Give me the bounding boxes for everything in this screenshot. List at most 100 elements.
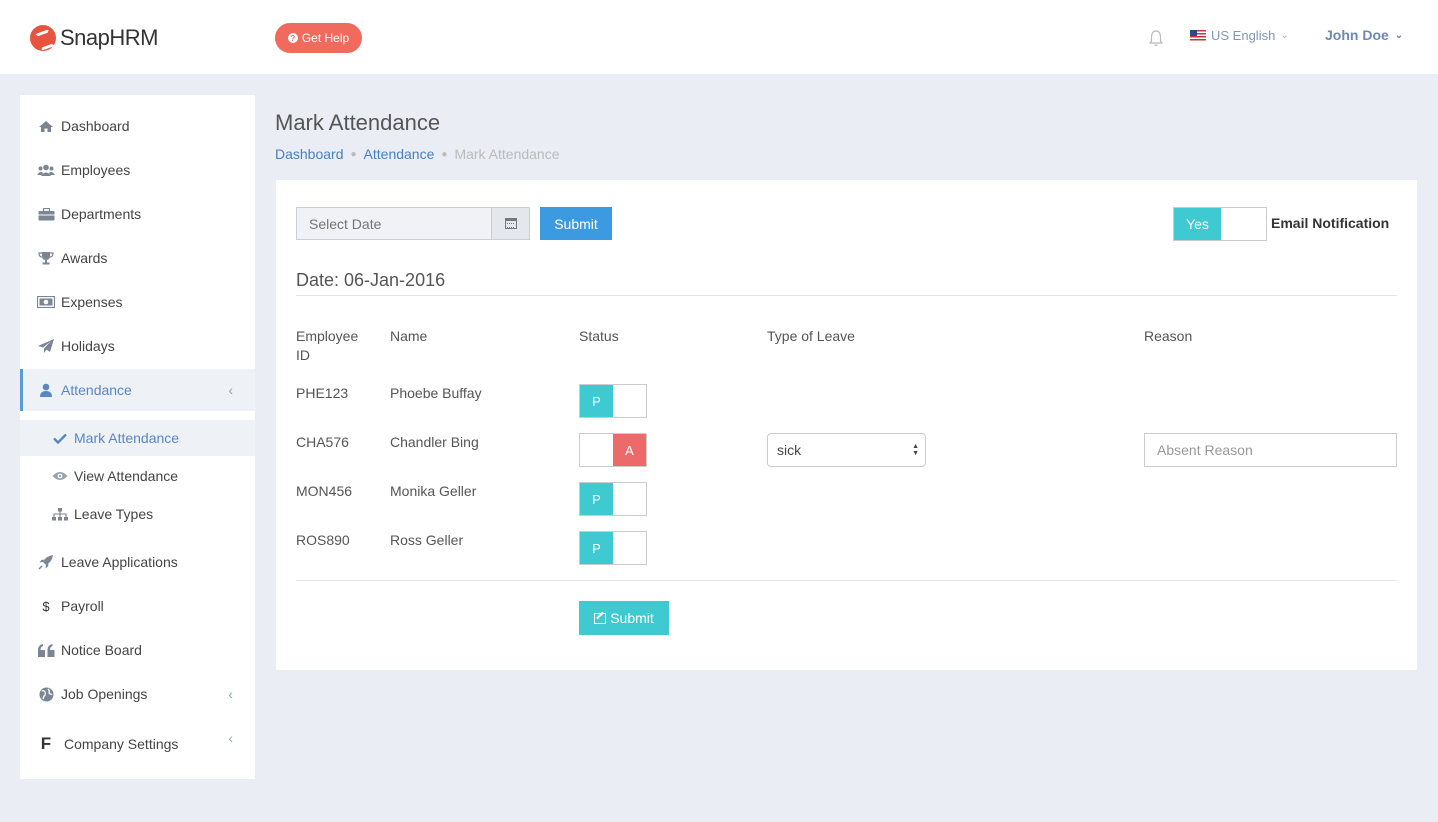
sidebar-subitem-mark-attendance[interactable]: Mark Attendance xyxy=(20,420,255,456)
sidebar-subitem-label: Leave Types xyxy=(74,506,154,522)
breadcrumb-separator: ● xyxy=(441,148,448,160)
sidebar-item-label: Company Settings xyxy=(64,736,179,752)
date-heading: Date: 06-Jan-2016 xyxy=(296,270,446,290)
header-reason: Reason xyxy=(1144,328,1193,344)
row-employee-name: Ross Geller xyxy=(390,532,464,548)
eye-icon xyxy=(52,471,68,481)
row-employee-name: Chandler Bing xyxy=(390,434,479,450)
sidebar-item-label: Leave Applications xyxy=(61,554,178,570)
get-help-button[interactable]: ? Get Help xyxy=(275,23,362,53)
sidebar-item-expenses[interactable]: Expenses xyxy=(20,284,255,320)
sidebar-subitem-view-attendance[interactable]: View Attendance xyxy=(20,458,255,494)
status-present: P xyxy=(580,532,613,564)
user-menu[interactable]: John Doe ⌄ xyxy=(1325,27,1403,43)
sidebar-subitem-leave-types[interactable]: Leave Types xyxy=(20,496,255,532)
divider xyxy=(296,295,1397,296)
breadcrumb-separator: ● xyxy=(350,148,357,160)
sidebar-item-label: Awards xyxy=(61,250,108,266)
row-employee-id: CHA576 xyxy=(296,434,349,450)
page-title: Mark Attendance xyxy=(275,110,441,135)
question-icon: ? xyxy=(287,33,298,43)
calendar-button[interactable] xyxy=(491,207,530,240)
status-toggle[interactable]: P xyxy=(579,384,647,418)
breadcrumb-dashboard[interactable]: Dashboard xyxy=(275,146,344,162)
breadcrumb-current: Mark Attendance xyxy=(454,146,560,162)
status-toggle[interactable]: A xyxy=(579,433,647,467)
status-toggle[interactable]: P xyxy=(579,482,647,516)
chevron-down-icon: ⌄ xyxy=(1394,29,1404,41)
header-status: Status xyxy=(579,328,619,344)
breadcrumb: Dashboard ● Attendance ● Mark Attendance xyxy=(275,146,560,162)
quote-icon xyxy=(37,643,55,657)
brand-logo[interactable]: SnapHRM xyxy=(30,25,158,51)
sidebar-item-dashboard[interactable]: Dashboard xyxy=(20,108,255,144)
row-employee-id: MON456 xyxy=(296,483,353,499)
check-icon xyxy=(52,433,68,444)
paper-plane-icon xyxy=(37,339,55,353)
email-toggle-off-segment xyxy=(1221,208,1266,240)
leave-type-select[interactable]: sick ▲ ▼ xyxy=(767,433,926,467)
sidebar-item-employees[interactable]: Employees xyxy=(20,152,255,188)
attendance-submit-button[interactable]: Submit xyxy=(579,601,669,635)
row-employee-name: Phoebe Buffay xyxy=(390,385,482,401)
user-icon xyxy=(37,383,55,397)
status-off-segment xyxy=(580,434,613,466)
globe-icon xyxy=(37,687,55,701)
sidebar-item-holidays[interactable]: Holidays xyxy=(20,328,255,364)
select-date-input[interactable] xyxy=(296,207,492,240)
leave-type-value: sick xyxy=(777,442,802,458)
status-toggle[interactable]: P xyxy=(579,531,647,565)
divider xyxy=(296,580,1397,581)
sidebar-item-label: Job Openings xyxy=(61,686,148,702)
status-off-segment xyxy=(613,385,646,417)
chevron-down-icon: ⌄ xyxy=(1280,30,1289,41)
edit-icon xyxy=(594,612,607,624)
sidebar-item-job-openings[interactable]: Job Openings ‹ xyxy=(20,676,255,712)
sidebar-item-payroll[interactable]: $ Payroll xyxy=(20,588,255,624)
bell-icon[interactable] xyxy=(1148,29,1164,47)
chevron-left-icon: ‹ xyxy=(228,730,233,746)
sidebar-item-attendance[interactable]: Attendance ‹ xyxy=(20,369,255,411)
sidebar-item-awards[interactable]: Awards xyxy=(20,240,255,276)
absent-reason-input[interactable] xyxy=(1144,433,1397,467)
get-help-label: Get Help xyxy=(301,31,350,45)
money-icon xyxy=(37,295,55,309)
sidebar-item-label: Expenses xyxy=(61,294,123,310)
status-present: P xyxy=(580,483,613,515)
rocket-icon xyxy=(37,554,55,570)
header-employee-id: Employee ID xyxy=(296,328,359,363)
attendance-panel: Submit Yes Email Notification Date: 06-J… xyxy=(276,180,1417,670)
sidebar-item-notice-board[interactable]: Notice Board xyxy=(20,632,255,668)
chevron-left-icon: ‹ xyxy=(228,686,233,702)
calendar-icon xyxy=(504,218,517,229)
status-off-segment xyxy=(613,532,646,564)
us-flag-icon xyxy=(1190,30,1206,41)
f-icon: F xyxy=(40,734,52,753)
header-type-of-leave: Type of Leave xyxy=(767,328,855,344)
date-submit-button[interactable]: Submit xyxy=(540,207,612,240)
logo-icon xyxy=(30,25,56,51)
sidebar-item-label: Payroll xyxy=(61,598,104,614)
row-employee-name: Monika Geller xyxy=(390,483,477,499)
sidebar-item-label: Holidays xyxy=(61,338,115,354)
dollar-icon: $ xyxy=(42,598,50,614)
breadcrumb-attendance[interactable]: Attendance xyxy=(364,146,435,162)
email-notification-label: Email Notification xyxy=(1271,215,1390,231)
sidebar-item-company-settings[interactable]: F Company Settings ‹ xyxy=(20,726,255,762)
sidebar-subitem-label: View Attendance xyxy=(74,468,179,484)
sidebar: Dashboard Employees Departments Awards E… xyxy=(20,95,255,779)
status-absent: A xyxy=(613,434,646,466)
sitemap-icon xyxy=(52,507,68,521)
sidebar-item-label: Employees xyxy=(61,162,131,178)
select-arrows-icon: ▲ ▼ xyxy=(912,443,919,457)
email-notification-toggle[interactable]: Yes xyxy=(1173,207,1267,241)
top-header: SnapHRM ? Get Help US English ⌄ John Doe… xyxy=(0,0,1438,74)
language-label: US English xyxy=(1211,28,1276,43)
home-icon xyxy=(37,119,55,133)
sidebar-item-label: Attendance xyxy=(61,382,132,398)
status-off-segment xyxy=(613,483,646,515)
language-selector[interactable]: US English ⌄ xyxy=(1190,28,1289,43)
sidebar-item-departments[interactable]: Departments xyxy=(20,196,255,232)
sidebar-item-label: Dashboard xyxy=(61,118,130,134)
sidebar-item-leave-applications[interactable]: Leave Applications xyxy=(20,544,255,580)
